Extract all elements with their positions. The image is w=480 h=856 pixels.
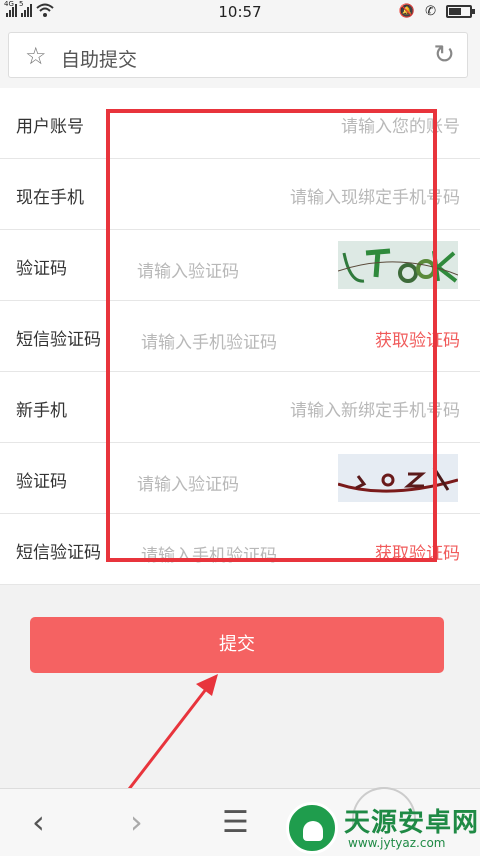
battery-icon <box>446 5 475 18</box>
watermark-title: 天源安卓网 <box>344 808 480 838</box>
menu-icon[interactable]: ☰ <box>222 805 249 840</box>
highlight-box <box>106 109 437 562</box>
status-right: 🔕 ✆ <box>398 4 475 19</box>
watermark: 天源安卓网 www.jytyaz.com <box>282 800 480 856</box>
new-phone-label: 新手机 <box>16 401 67 421</box>
mute-icon: 🔕 <box>398 4 416 19</box>
battery-fill <box>449 8 461 15</box>
watermark-logo-icon <box>286 802 338 854</box>
sms-label-1: 短信验证码 <box>16 330 101 350</box>
captcha-label-2: 验证码 <box>16 472 67 492</box>
refresh-icon[interactable]: ↻ <box>433 40 455 70</box>
page-title[interactable]: 自助提交 <box>61 45 137 72</box>
submit-button[interactable]: 提交 <box>30 617 444 673</box>
account-label: 用户账号 <box>16 117 84 137</box>
back-icon[interactable]: ‹ <box>32 803 45 841</box>
status-bar: 4G 5 10:57 🔕 ✆ <box>0 0 480 24</box>
watermark-url: www.jytyaz.com <box>348 836 446 850</box>
forward-icon[interactable]: › <box>130 803 143 841</box>
browser-toolbar: ☆ 自助提交 ↻ <box>0 24 480 88</box>
star-icon[interactable]: ☆ <box>25 42 47 70</box>
hd-call-icon: ✆ <box>425 4 436 19</box>
captcha-label-1: 验证码 <box>16 259 67 279</box>
current-phone-label: 现在手机 <box>16 188 84 208</box>
sms-label-2: 短信验证码 <box>16 543 101 563</box>
address-bar[interactable]: ☆ 自助提交 ↻ <box>8 32 468 78</box>
